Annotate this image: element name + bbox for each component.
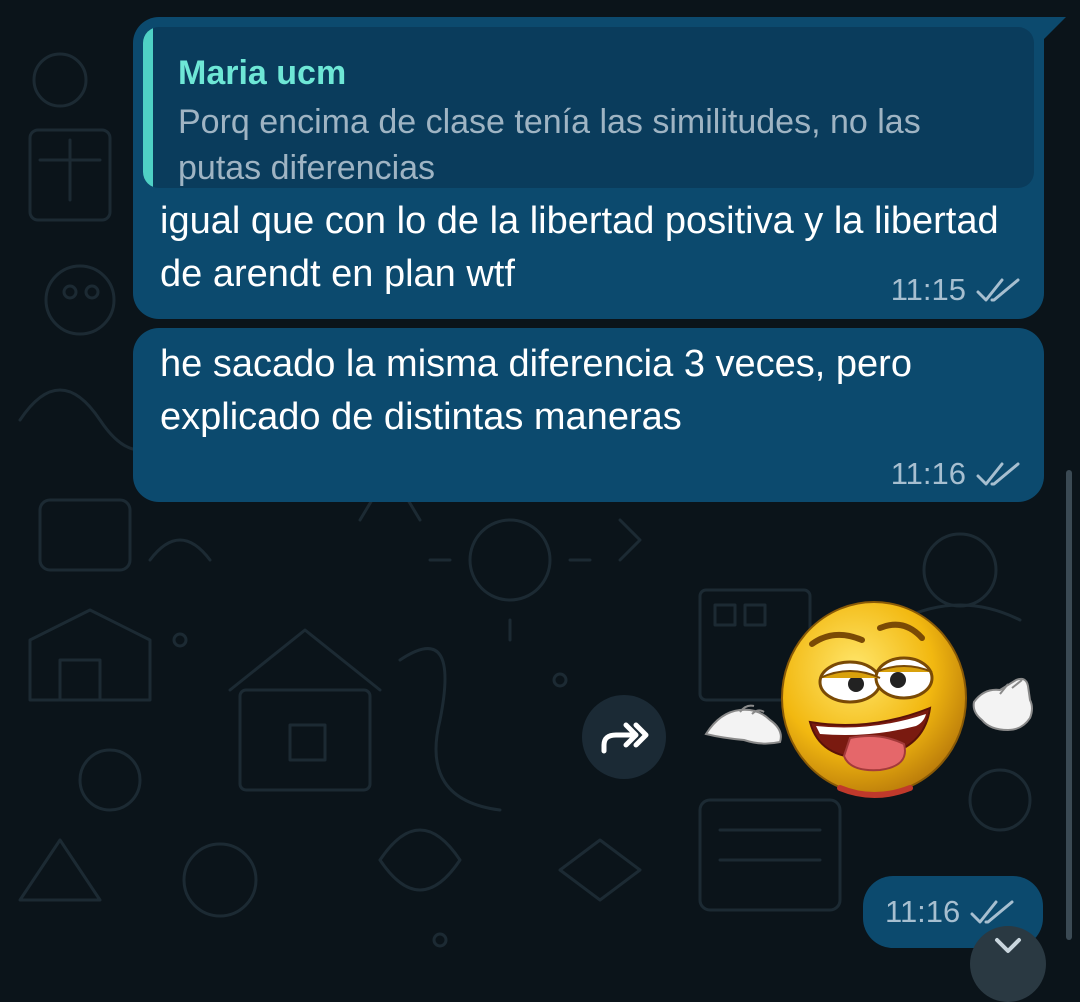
double-check-icon	[976, 278, 1020, 302]
forward-button[interactable]	[582, 695, 666, 779]
reply-quote-text: Porq encima de clase tenía las similitud…	[178, 103, 921, 187]
reply-quote[interactable]: Maria ucm Porq encima de clase tenía las…	[143, 27, 1034, 188]
message-time: 11:15	[890, 272, 966, 307]
right-hand	[972, 677, 1033, 732]
message-time: 11:16	[890, 456, 966, 491]
scroll-down-button[interactable]	[970, 926, 1046, 1002]
message-bubble-outgoing[interactable]: he sacado la misma diferencia 3 veces, p…	[133, 328, 1044, 502]
message-time: 11:16	[885, 894, 961, 929]
message-text: he sacado la misma diferencia 3 veces, p…	[160, 343, 912, 438]
message-meta: 11:16	[885, 894, 1016, 930]
left-hand	[704, 704, 782, 745]
scrollbar[interactable]	[1066, 470, 1072, 940]
double-check-icon	[970, 900, 1014, 924]
reply-quote-author: Maria ucm	[178, 54, 347, 92]
chevron-down-icon	[995, 938, 1021, 953]
double-check-icon	[976, 462, 1020, 486]
laughing-emoji-sticker[interactable]	[700, 598, 1045, 806]
message-meta: 11:15	[891, 272, 1022, 308]
reply-quote-bar	[143, 27, 153, 188]
forward-icon	[601, 722, 649, 754]
message-bubble-outgoing[interactable]: Maria ucm Porq encima de clase tenía las…	[133, 17, 1044, 319]
message-meta: 11:16	[891, 456, 1022, 492]
